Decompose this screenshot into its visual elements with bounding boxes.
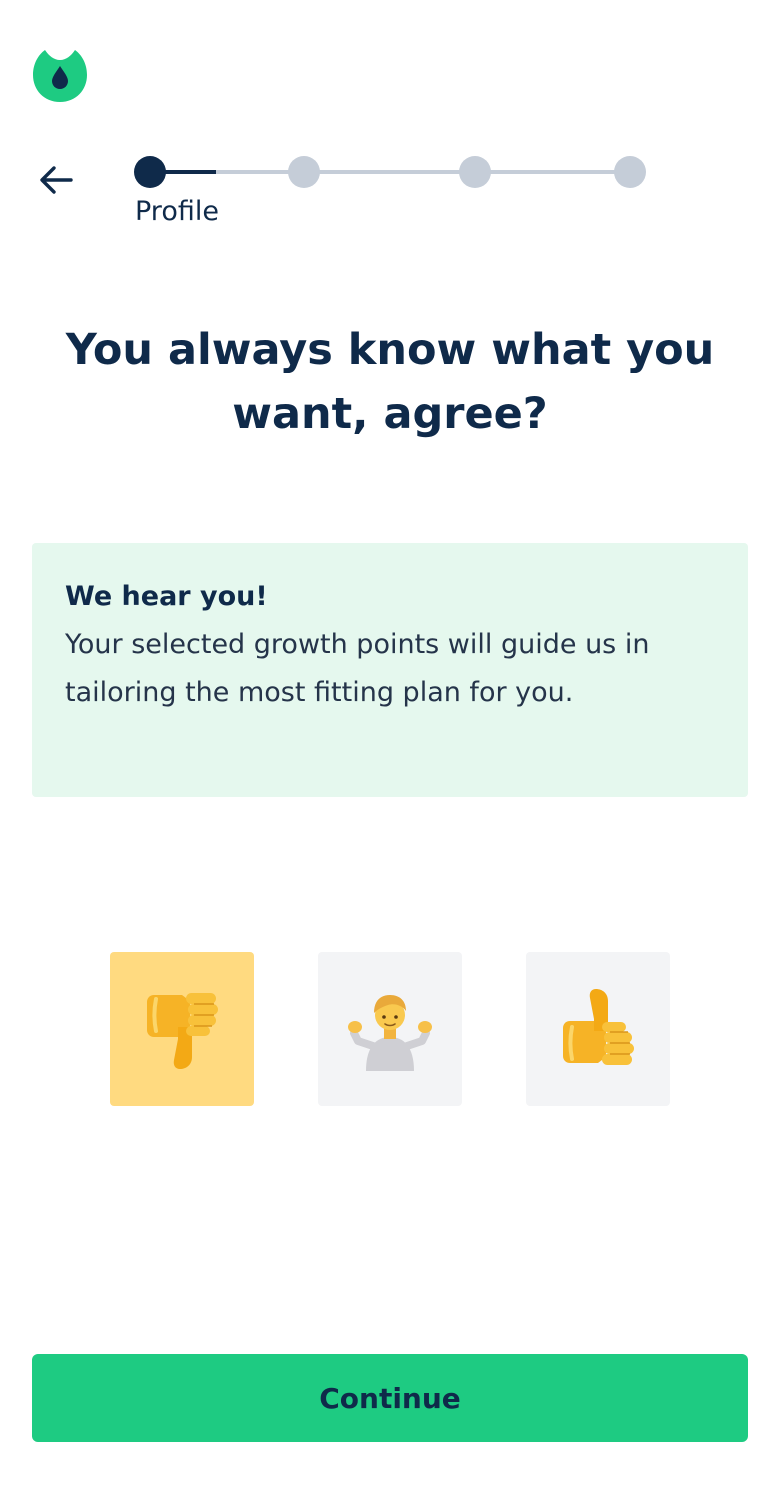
step-dot-1 [134,156,166,188]
choice-disagree-button[interactable] [110,952,254,1106]
choice-neutral-button[interactable] [318,952,462,1106]
back-button[interactable] [30,158,82,202]
info-callout: We hear you! Your selected growth points… [32,543,748,797]
info-body: Your selected growth points will guide u… [65,629,650,708]
step-dot-4 [614,156,646,188]
arrow-left-icon [40,166,73,194]
question-line-1: You always know what you [65,325,715,375]
person-shrugging-icon [348,995,432,1071]
info-title: We hear you! [65,581,268,612]
thumbs-down-icon [147,993,218,1069]
progress-stepper [134,155,646,189]
continue-button[interactable]: Continue [32,1354,748,1442]
question-line-2: want, agree? [232,389,548,439]
choice-agree-button[interactable] [526,952,670,1106]
drop-leaf-logo-icon [33,50,87,102]
app-logo [32,47,88,103]
step-dot-2 [288,156,320,188]
progress-track [150,170,630,174]
thumbs-up-icon [563,989,634,1065]
step-dot-3 [459,156,491,188]
question-heading: You always know what you want, agree? [40,318,740,446]
current-step-label: Profile [135,196,219,227]
